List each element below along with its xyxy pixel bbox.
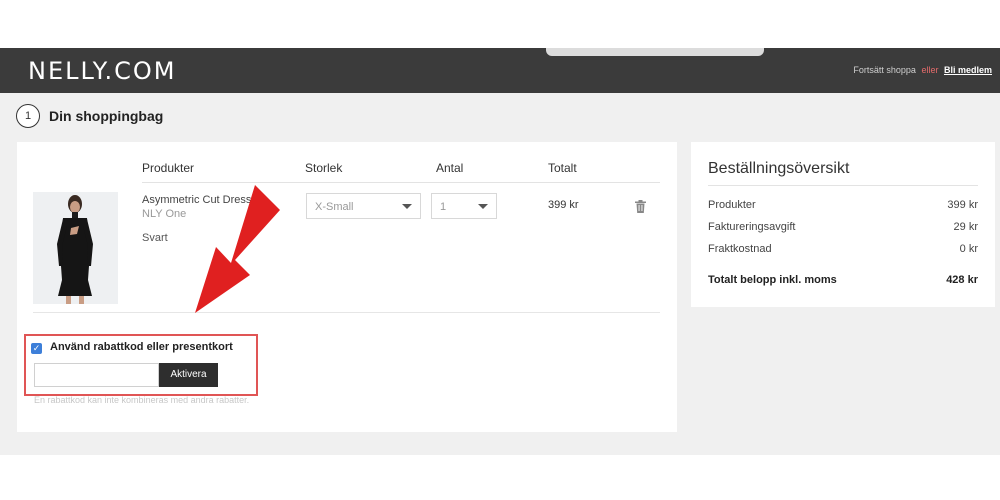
summary-row-value: 29 kr <box>953 221 978 233</box>
dress-model-image <box>33 192 118 304</box>
summary-row-label: Produkter <box>708 199 756 211</box>
summary-row: Faktureringsavgift 29 kr <box>708 221 978 233</box>
activate-button[interactable]: Aktivera <box>159 363 218 387</box>
summary-row: Produkter 399 kr <box>708 199 978 211</box>
divider <box>142 182 660 183</box>
browser-tab-handle <box>546 48 764 56</box>
item-total: 399 kr <box>548 199 579 211</box>
size-select-value: X-Small <box>315 201 354 213</box>
discount-checkbox-label[interactable]: Använd rabattkod eller presentkort <box>50 341 233 353</box>
divider <box>33 312 660 313</box>
checkout-content: 1 Din shoppingbag Produkter Storlek Anta… <box>0 93 1000 455</box>
quantity-select[interactable]: 1 <box>431 193 497 219</box>
column-header-product: Produkter <box>142 161 195 175</box>
summary-row: Fraktkostnad 0 kr <box>708 243 978 255</box>
continue-shopping-link[interactable]: Fortsätt shoppa <box>853 65 916 75</box>
step-number: 1 <box>16 104 40 128</box>
top-navigation-bar: NELLY.COM Fortsätt shoppa eller Bli medl… <box>0 48 1000 93</box>
product-color: Svart <box>142 232 168 244</box>
or-text: eller <box>921 65 939 75</box>
size-select[interactable]: X-Small <box>306 193 421 219</box>
order-summary-panel: Beställningsöversikt Produkter 399 kr Fa… <box>691 142 995 307</box>
nelly-logo[interactable]: NELLY.COM <box>28 57 176 85</box>
red-arrow-annotation <box>195 185 280 313</box>
trash-icon[interactable] <box>635 200 646 213</box>
column-header-quantity: Antal <box>436 161 464 175</box>
discount-note: En rabattkod kan inte kombineras med and… <box>34 395 250 405</box>
summary-row-label: Fraktkostnad <box>708 243 772 255</box>
column-header-total: Totalt <box>548 161 577 175</box>
become-member-link[interactable]: Bli medlem <box>944 65 992 75</box>
discount-checkbox[interactable]: ✓ <box>31 343 42 354</box>
quantity-select-value: 1 <box>440 201 447 213</box>
discount-code-input[interactable] <box>34 363 159 387</box>
shopping-bag-panel: Produkter Storlek Antal Totalt Asymmetri… <box>17 142 677 432</box>
product-image[interactable] <box>33 192 118 304</box>
divider <box>708 185 978 186</box>
summary-total-value: 428 kr <box>946 274 978 286</box>
summary-row-label: Faktureringsavgift <box>708 221 796 233</box>
summary-total-label: Totalt belopp inkl. moms <box>708 274 837 286</box>
summary-row-value: 399 kr <box>947 199 978 211</box>
product-brand: NLY One <box>142 208 187 220</box>
column-header-size: Storlek <box>305 161 343 175</box>
summary-total-row: Totalt belopp inkl. moms 428 kr <box>708 274 978 286</box>
header-links: Fortsätt shoppa eller Bli medlem <box>853 65 992 75</box>
chevron-down-icon <box>402 204 412 209</box>
summary-title: Beställningsöversikt <box>708 160 850 177</box>
summary-row-value: 0 kr <box>959 243 978 255</box>
page-title: Din shoppingbag <box>49 108 164 124</box>
chevron-down-icon <box>478 204 488 209</box>
